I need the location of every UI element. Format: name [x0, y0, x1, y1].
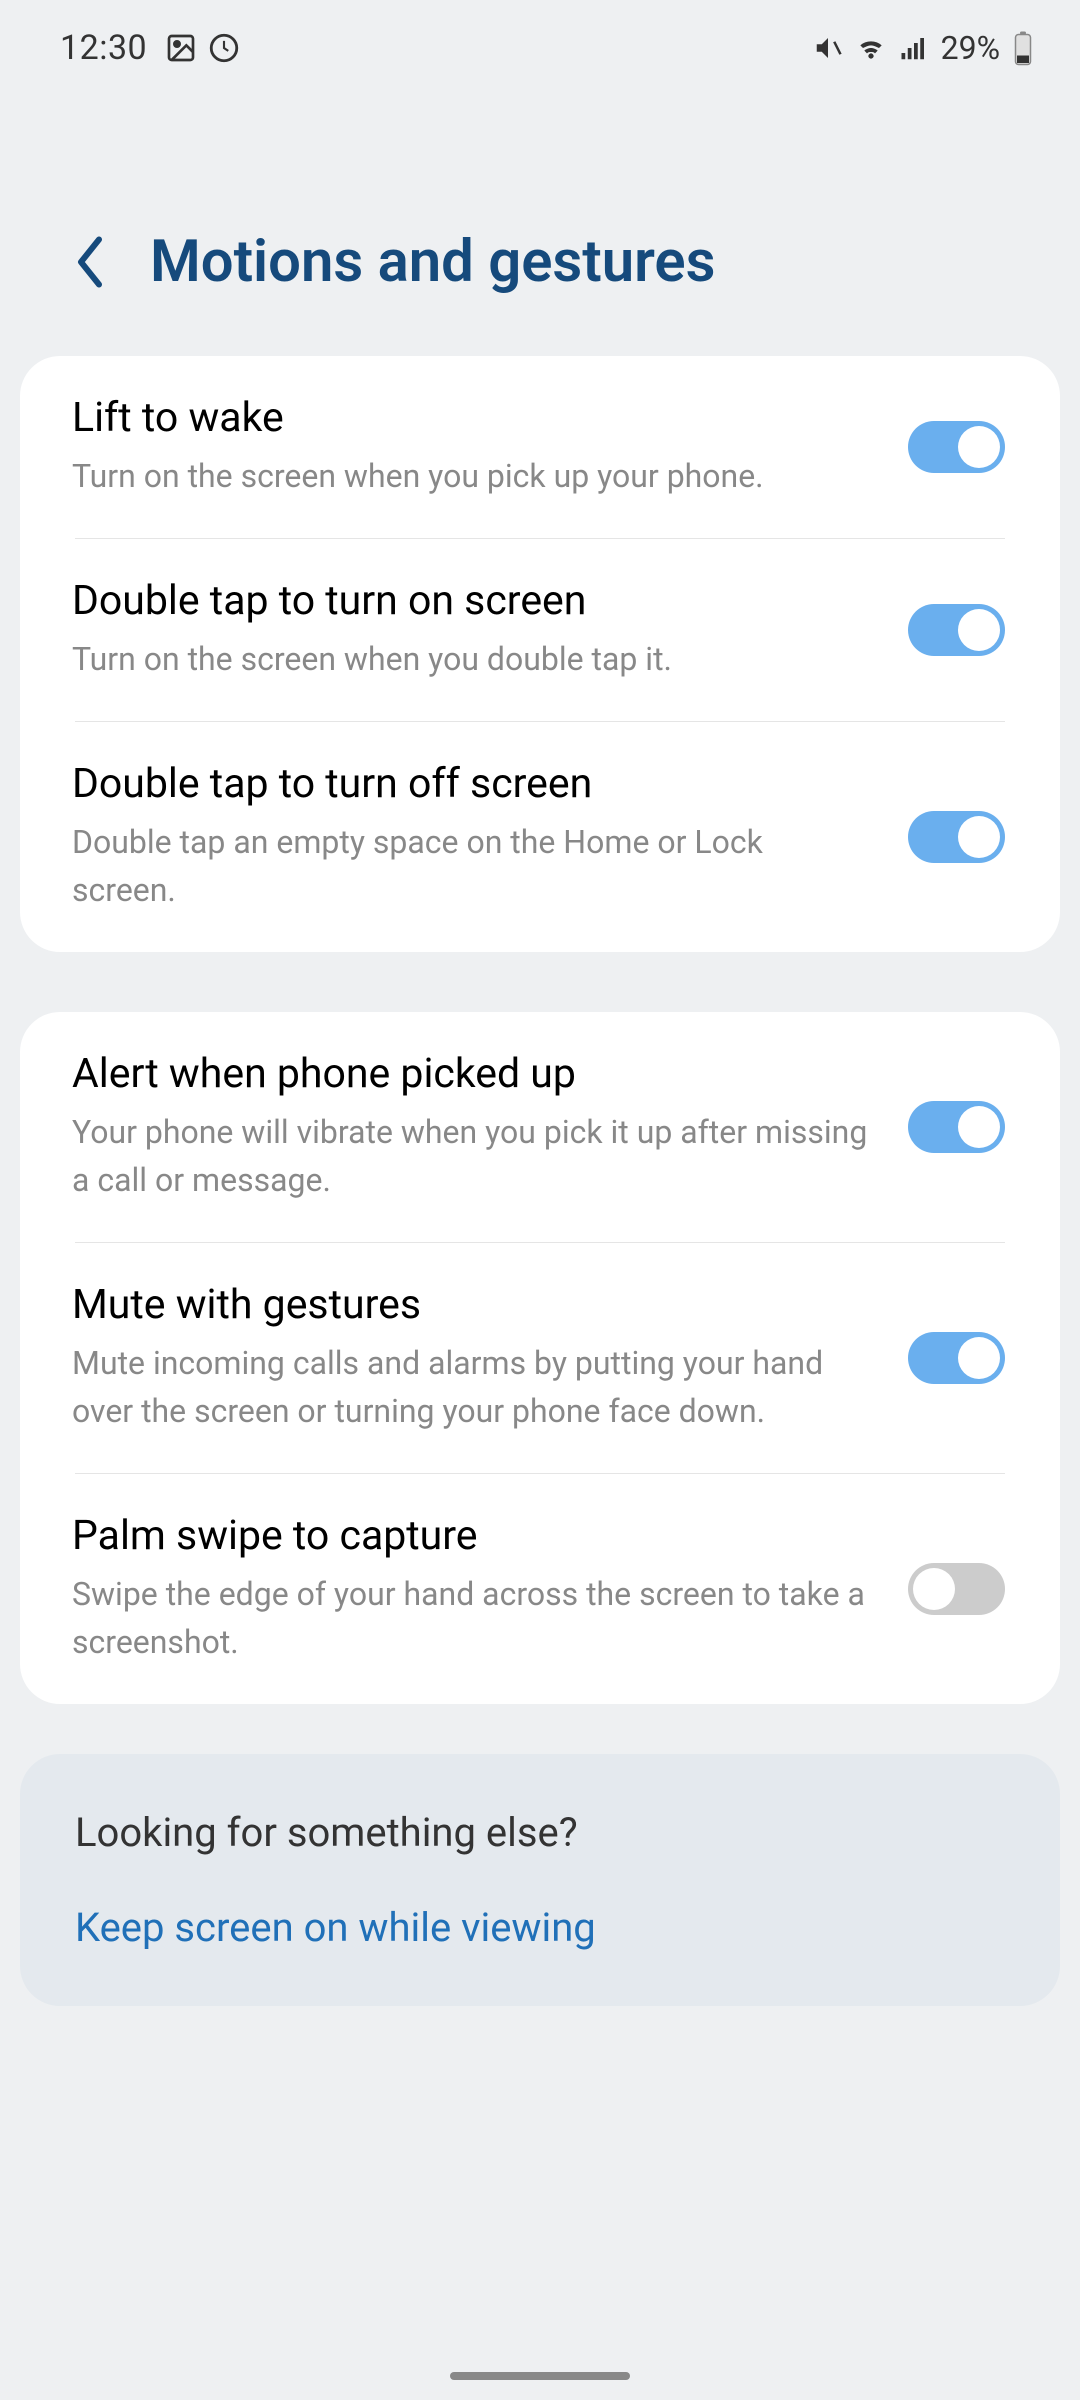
toggle-mute-gestures[interactable] [908, 1332, 1005, 1384]
status-bar: 12:30 29% [0, 0, 1080, 88]
settings-card-1: Lift to wake Turn on the screen when you… [20, 356, 1060, 952]
status-left: 12:30 [60, 28, 241, 68]
mute-icon [813, 33, 843, 63]
footer-card: Looking for something else? Keep screen … [20, 1754, 1060, 2006]
setting-title: Lift to wake [72, 394, 868, 442]
setting-desc: Mute incoming calls and alarms by puttin… [72, 1339, 868, 1435]
setting-double-tap-off[interactable]: Double tap to turn off screen Double tap… [20, 722, 1060, 952]
setting-desc: Your phone will vibrate when you pick it… [72, 1108, 868, 1204]
setting-desc: Double tap an empty space on the Home or… [72, 818, 868, 914]
setting-title: Double tap to turn off screen [72, 760, 868, 808]
setting-desc: Turn on the screen when you double tap i… [72, 635, 868, 683]
status-right: 29% [813, 29, 1034, 67]
toggle-double-tap-off[interactable] [908, 811, 1005, 863]
setting-text: Lift to wake Turn on the screen when you… [72, 394, 868, 500]
setting-alert-pickup[interactable]: Alert when phone picked up Your phone wi… [20, 1012, 1060, 1242]
toggle-palm-swipe[interactable] [908, 1563, 1005, 1615]
home-indicator[interactable] [450, 2372, 630, 2380]
header: Motions and gestures [0, 88, 1080, 356]
setting-text: Alert when phone picked up Your phone wi… [72, 1050, 868, 1204]
battery-icon [1012, 30, 1034, 66]
setting-text: Palm swipe to capture Swipe the edge of … [72, 1512, 868, 1666]
signal-icon [899, 33, 929, 63]
toggle-alert-pickup[interactable] [908, 1101, 1005, 1153]
status-icons-left [165, 31, 241, 65]
setting-desc: Swipe the edge of your hand across the s… [72, 1570, 868, 1666]
setting-double-tap-on[interactable]: Double tap to turn on screen Turn on the… [20, 539, 1060, 721]
setting-text: Double tap to turn off screen Double tap… [72, 760, 868, 914]
gallery-icon [165, 32, 197, 64]
settings-card-2: Alert when phone picked up Your phone wi… [20, 1012, 1060, 1704]
wifi-icon [855, 32, 887, 64]
back-icon[interactable] [70, 232, 110, 292]
setting-title: Double tap to turn on screen [72, 577, 868, 625]
setting-palm-swipe[interactable]: Palm swipe to capture Swipe the edge of … [20, 1474, 1060, 1704]
toggle-lift-to-wake[interactable] [908, 421, 1005, 473]
setting-title: Alert when phone picked up [72, 1050, 868, 1098]
status-time: 12:30 [60, 28, 147, 68]
setting-title: Mute with gestures [72, 1281, 868, 1329]
setting-text: Mute with gestures Mute incoming calls a… [72, 1281, 868, 1435]
footer-title: Looking for something else? [75, 1809, 1005, 1856]
setting-title: Palm swipe to capture [72, 1512, 868, 1560]
battery-text: 29% [941, 29, 1000, 67]
setting-lift-to-wake[interactable]: Lift to wake Turn on the screen when you… [20, 356, 1060, 538]
setting-desc: Turn on the screen when you pick up your… [72, 452, 868, 500]
toggle-double-tap-on[interactable] [908, 604, 1005, 656]
whatsapp-icon [207, 31, 241, 65]
page-title: Motions and gestures [150, 228, 715, 296]
setting-mute-gestures[interactable]: Mute with gestures Mute incoming calls a… [20, 1243, 1060, 1473]
footer-link-keep-screen-on[interactable]: Keep screen on while viewing [75, 1904, 1005, 1951]
setting-text: Double tap to turn on screen Turn on the… [72, 577, 868, 683]
